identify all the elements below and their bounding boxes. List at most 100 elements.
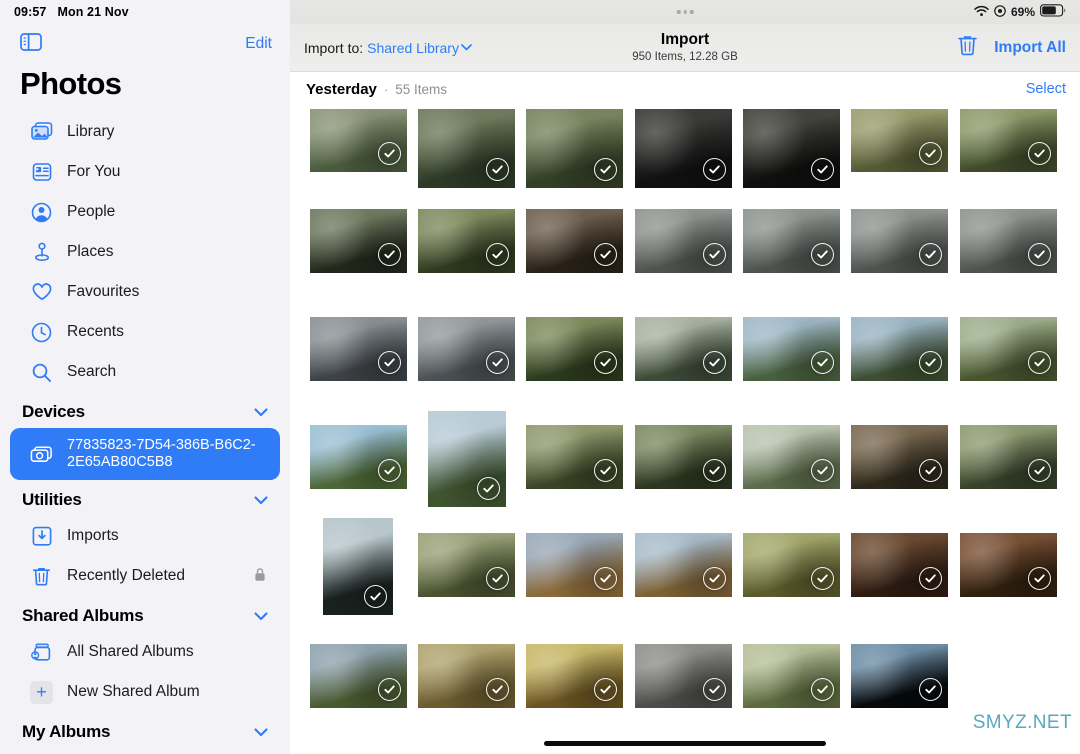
checkmark-circle-icon[interactable] [378, 459, 401, 482]
checkmark-circle-icon[interactable] [919, 459, 942, 482]
photo-thumbnail[interactable] [310, 425, 407, 489]
photo-thumbnail[interactable] [526, 317, 623, 381]
checkmark-circle-icon[interactable] [811, 567, 834, 590]
photo-thumbnail[interactable] [960, 317, 1057, 381]
checkmark-circle-icon[interactable] [594, 459, 617, 482]
photo-thumbnail[interactable] [635, 317, 732, 381]
sidebar-item-device[interactable]: 77835823-7D54-386B-B6C2-2E65AB80C5B8 [10, 428, 280, 480]
checkmark-circle-icon[interactable] [703, 459, 726, 482]
photo-thumbnail[interactable] [418, 317, 515, 381]
photo-thumbnail[interactable] [418, 533, 515, 597]
checkmark-circle-icon[interactable] [1028, 142, 1051, 165]
photo-thumbnail[interactable] [526, 209, 623, 273]
photo-thumbnail[interactable] [851, 425, 948, 489]
import-all-button[interactable]: Import All [994, 39, 1066, 57]
checkmark-circle-icon[interactable] [486, 243, 509, 266]
photo-thumbnail[interactable] [635, 644, 732, 708]
checkmark-circle-icon[interactable] [919, 567, 942, 590]
chevron-down-icon[interactable] [254, 405, 268, 420]
photo-thumbnail[interactable] [635, 533, 732, 597]
checkmark-circle-icon[interactable] [1028, 351, 1051, 374]
sidebar-item-recents[interactable]: Recents [10, 312, 280, 352]
photo-thumbnail[interactable] [310, 317, 407, 381]
checkmark-circle-icon[interactable] [811, 243, 834, 266]
checkmark-circle-icon[interactable] [378, 243, 401, 266]
checkmark-circle-icon[interactable] [364, 585, 387, 608]
import-to-value[interactable]: Shared Library [367, 40, 459, 56]
checkmark-circle-icon[interactable] [378, 678, 401, 701]
sidebar-item-places[interactable]: Places [10, 232, 280, 272]
sidebar-section-devices[interactable]: Devices [0, 392, 290, 428]
checkmark-circle-icon[interactable] [1028, 459, 1051, 482]
photo-thumbnail[interactable] [526, 425, 623, 489]
photo-thumbnail[interactable] [526, 109, 623, 188]
checkmark-circle-icon[interactable] [919, 351, 942, 374]
checkmark-circle-icon[interactable] [811, 459, 834, 482]
checkmark-circle-icon[interactable] [703, 567, 726, 590]
checkmark-circle-icon[interactable] [919, 678, 942, 701]
photo-thumbnail[interactable] [418, 644, 515, 708]
photo-thumbnail[interactable] [743, 425, 840, 489]
checkmark-circle-icon[interactable] [594, 243, 617, 266]
sidebar-item-library[interactable]: Library [10, 112, 280, 152]
photo-thumbnail[interactable] [851, 317, 948, 381]
multitasking-handle-icon[interactable] [677, 10, 694, 14]
photo-thumbnail[interactable] [743, 209, 840, 273]
sidebar-section-shared-albums[interactable]: Shared Albums [0, 596, 290, 632]
photo-thumbnail[interactable] [743, 533, 840, 597]
checkmark-circle-icon[interactable] [703, 243, 726, 266]
photo-thumbnail[interactable] [418, 109, 515, 188]
checkmark-circle-icon[interactable] [1028, 567, 1051, 590]
checkmark-circle-icon[interactable] [594, 351, 617, 374]
photo-thumbnail[interactable] [323, 518, 393, 615]
checkmark-circle-icon[interactable] [1028, 243, 1051, 266]
checkmark-circle-icon[interactable] [919, 142, 942, 165]
checkmark-circle-icon[interactable] [378, 142, 401, 165]
checkmark-circle-icon[interactable] [486, 678, 509, 701]
checkmark-circle-icon[interactable] [703, 678, 726, 701]
chevron-down-icon[interactable] [254, 725, 268, 740]
sidebar-toggle-icon[interactable] [20, 33, 42, 56]
photo-thumbnail[interactable] [851, 644, 948, 708]
photo-thumbnail[interactable] [851, 533, 948, 597]
chevron-down-icon[interactable] [254, 609, 268, 624]
photo-thumbnail[interactable] [418, 209, 515, 273]
checkmark-circle-icon[interactable] [486, 158, 509, 181]
home-indicator[interactable] [544, 741, 826, 746]
sidebar-item-favourites[interactable]: Favourites [10, 272, 280, 312]
chevron-down-icon[interactable] [461, 42, 472, 54]
checkmark-circle-icon[interactable] [594, 158, 617, 181]
checkmark-circle-icon[interactable] [594, 678, 617, 701]
photo-thumbnail[interactable] [743, 317, 840, 381]
sidebar-item-people[interactable]: People [10, 192, 280, 232]
sidebar-item-search[interactable]: Search [10, 352, 280, 392]
sidebar-item-all-shared-albums[interactable]: All Shared Albums [10, 632, 280, 672]
photo-thumbnail[interactable] [960, 109, 1057, 172]
trash-icon[interactable] [957, 34, 978, 62]
sidebar-item-for-you[interactable]: For You [10, 152, 280, 192]
photo-thumbnail[interactable] [851, 109, 948, 172]
sidebar-item-new-shared-album[interactable]: + New Shared Album [10, 672, 280, 712]
photo-thumbnail[interactable] [310, 209, 407, 273]
checkmark-circle-icon[interactable] [486, 351, 509, 374]
photo-thumbnail[interactable] [960, 533, 1057, 597]
checkmark-circle-icon[interactable] [811, 678, 834, 701]
sidebar-item-imports[interactable]: Imports [10, 516, 280, 556]
checkmark-circle-icon[interactable] [919, 243, 942, 266]
sidebar-item-recently-deleted[interactable]: Recently Deleted [10, 556, 280, 596]
photo-thumbnail[interactable] [526, 533, 623, 597]
checkmark-circle-icon[interactable] [378, 351, 401, 374]
checkmark-circle-icon[interactable] [811, 351, 834, 374]
photo-thumbnail[interactable] [743, 644, 840, 708]
checkmark-circle-icon[interactable] [703, 351, 726, 374]
sidebar-edit-button[interactable]: Edit [245, 35, 272, 53]
photo-thumbnail[interactable] [960, 425, 1057, 489]
photo-thumbnail[interactable] [635, 425, 732, 489]
photo-thumbnail[interactable] [526, 644, 623, 708]
import-to-control[interactable]: Import to: Shared Library [304, 40, 472, 56]
select-button[interactable]: Select [1026, 81, 1066, 97]
sidebar-section-my-albums[interactable]: My Albums [0, 712, 290, 748]
checkmark-circle-icon[interactable] [477, 477, 500, 500]
checkmark-circle-icon[interactable] [594, 567, 617, 590]
sidebar-section-utilities[interactable]: Utilities [0, 480, 290, 516]
